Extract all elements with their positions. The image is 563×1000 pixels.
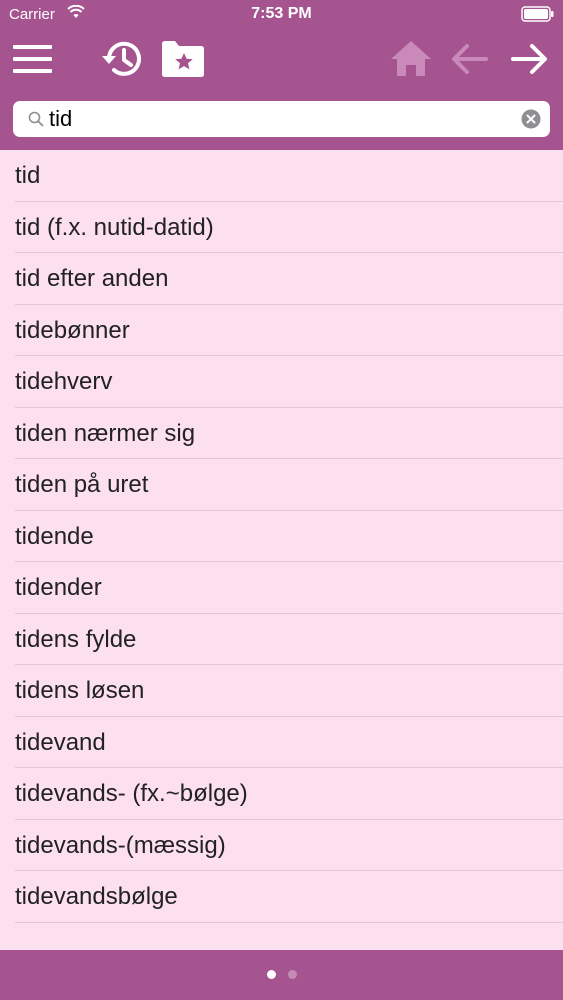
- result-label: tidebønner: [15, 316, 130, 344]
- forward-button[interactable]: [509, 41, 549, 77]
- result-label: tidevand: [15, 728, 106, 756]
- results-list: tid tid (f.x. nutid-datid) tid efter and…: [0, 150, 563, 950]
- history-button[interactable]: [99, 38, 145, 80]
- result-label: tid: [15, 162, 41, 189]
- result-item[interactable]: tiden på uret: [0, 459, 563, 511]
- home-button[interactable]: [388, 39, 434, 79]
- result-item[interactable]: tidender: [0, 562, 563, 614]
- arrow-right-icon: [511, 44, 547, 74]
- result-label: tidevands-(mæssig): [15, 831, 226, 859]
- result-label: tidens løsen: [15, 677, 145, 704]
- result-label: tidende: [15, 522, 94, 550]
- result-label: tid efter anden: [15, 265, 169, 292]
- home-icon: [391, 41, 431, 76]
- divider: [15, 921, 563, 923]
- result-item[interactable]: tidens fylde: [0, 614, 563, 665]
- result-item[interactable]: tiden nærmer sig: [0, 408, 563, 459]
- result-label: tid (f.x. nutid-datid): [15, 213, 214, 241]
- page-indicator-dot-active[interactable]: [267, 970, 276, 979]
- history-icon: [102, 41, 141, 76]
- result-item[interactable]: tid: [0, 150, 563, 202]
- top-bar: Carrier 7:53 PM: [0, 0, 563, 150]
- favorites-button[interactable]: [160, 39, 206, 79]
- favorites-folder-icon: [162, 41, 204, 77]
- battery-icon: [521, 6, 555, 26]
- status-time: 7:53 PM: [251, 5, 312, 22]
- result-item[interactable]: tidevandsbølge: [0, 871, 563, 923]
- result-item[interactable]: tid efter anden: [0, 253, 563, 305]
- bottom-bar: [0, 950, 563, 1000]
- result-item[interactable]: tidehverv: [0, 356, 563, 408]
- result-label: tidehverv: [15, 368, 113, 395]
- result-item[interactable]: tidende: [0, 511, 563, 562]
- result-item[interactable]: tidevands- (fx.~bølge): [0, 768, 563, 820]
- result-item[interactable]: tidevands-(mæssig): [0, 820, 563, 871]
- result-item[interactable]: tidevand: [0, 717, 563, 768]
- result-item[interactable]: tid (f.x. nutid-datid): [0, 202, 563, 253]
- search-icon: [28, 111, 44, 132]
- result-label: tidender: [15, 574, 102, 601]
- status-bar: Carrier 7:53 PM: [0, 0, 563, 30]
- search-input[interactable]: [49, 104, 519, 134]
- result-item[interactable]: tidebønner: [0, 305, 563, 356]
- page-indicator-dot[interactable]: [288, 970, 297, 979]
- result-label: tidevandsbølge: [15, 883, 178, 910]
- arrow-left-icon: [452, 44, 488, 74]
- menu-button[interactable]: [12, 42, 54, 76]
- result-item[interactable]: tidens løsen: [0, 665, 563, 717]
- result-label: tiden på uret: [15, 471, 149, 498]
- menu-icon: [13, 45, 52, 73]
- clear-search-icon[interactable]: [521, 109, 541, 134]
- back-button[interactable]: [450, 41, 490, 77]
- result-label: tidevands- (fx.~bølge): [15, 780, 248, 807]
- result-label: tiden nærmer sig: [15, 419, 196, 447]
- result-label: tidens fylde: [15, 625, 137, 653]
- search-box: [13, 101, 550, 137]
